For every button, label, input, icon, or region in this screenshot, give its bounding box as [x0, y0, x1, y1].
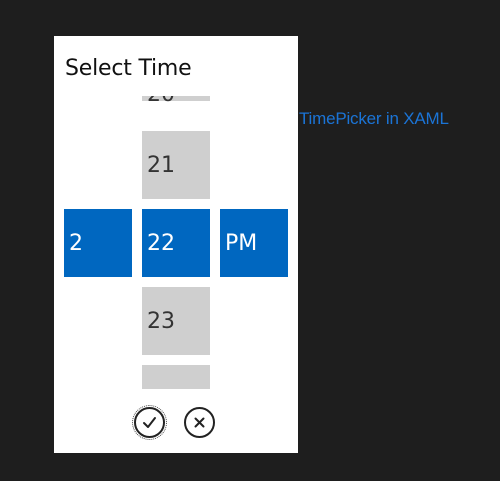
time-picker-flyout: Select Time 2 20 21 22 23 — [54, 36, 298, 453]
minute-item[interactable]: 21 — [142, 131, 210, 199]
minute-item-label: 21 — [147, 152, 175, 178]
minute-item-next-partial[interactable] — [142, 365, 210, 389]
minute-item-label: 23 — [147, 308, 175, 334]
app-window: Select Time 2 20 21 22 23 — [0, 0, 500, 481]
minute-item[interactable]: 23 — [142, 287, 210, 355]
hour-item-selected[interactable]: 2 — [64, 209, 132, 277]
period-value: PM — [225, 230, 258, 256]
minute-item-previous-partial[interactable]: 20 — [142, 96, 210, 107]
checkmark-icon — [142, 415, 157, 430]
minute-item-label: 20 — [147, 96, 175, 107]
flyout-title: Select Time — [65, 56, 192, 81]
period-item-selected[interactable]: PM — [220, 209, 288, 277]
hour-value: 2 — [69, 230, 83, 256]
minute-value: 22 — [147, 230, 175, 256]
time-looping-selectors: 2 20 21 22 23 PM — [54, 96, 298, 389]
minute-item-selected[interactable]: 22 — [142, 209, 210, 277]
close-icon — [193, 416, 206, 429]
dismiss-button[interactable] — [184, 407, 215, 438]
accept-button[interactable] — [132, 405, 167, 440]
flyout-action-bar — [54, 401, 298, 446]
time-picker-label: TimePicker in XAML — [299, 109, 449, 128]
